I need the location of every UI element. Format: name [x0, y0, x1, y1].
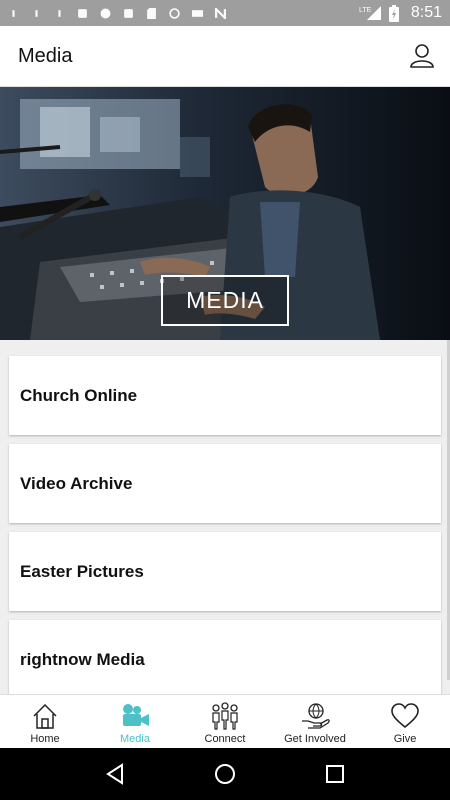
tab-give[interactable]: Give	[360, 695, 450, 748]
heart-icon	[391, 703, 419, 729]
list-item-label: rightnow Media	[20, 649, 145, 669]
lte-signal-icon: LTE	[359, 6, 381, 20]
tab-label: Media	[120, 733, 150, 745]
people-icon	[212, 702, 238, 730]
tab-label: Get Involved	[284, 733, 346, 745]
tab-get-involved[interactable]: Get Involved	[270, 695, 360, 748]
hero-title: MEDIA	[161, 275, 289, 326]
video-camera-icon	[123, 704, 149, 726]
bottom-tab-bar: Home Media Connect Get Involved Give	[0, 694, 450, 748]
status-time: 8:51	[410, 4, 442, 21]
home-icon	[33, 703, 57, 729]
list-item-label: Video Archive	[20, 473, 133, 493]
page-title: Media	[18, 44, 73, 67]
list-item-label: Church Online	[20, 385, 138, 405]
tab-media[interactable]: Media	[90, 695, 180, 748]
home-circle-icon	[215, 764, 235, 784]
network-label: LTE	[359, 7, 372, 14]
tab-label: Give	[393, 733, 417, 745]
list-item-church-online[interactable]: Church Online	[9, 356, 441, 435]
back-button[interactable]	[95, 754, 135, 794]
app-bar: Media	[0, 26, 450, 87]
mail-icon	[192, 9, 203, 17]
list-item-label: Easter Pictures	[20, 561, 144, 581]
back-icon	[106, 763, 123, 785]
notification-icon	[124, 8, 133, 18]
n-icon	[215, 7, 226, 19]
hand-globe-icon	[302, 703, 330, 729]
list-item-rightnow-media[interactable]: rightnow Media	[9, 620, 441, 694]
tab-connect[interactable]: Connect	[180, 695, 270, 748]
profile-button[interactable]	[408, 42, 436, 70]
notification-icon	[78, 8, 87, 18]
sync-icon	[169, 7, 180, 19]
recents-button[interactable]	[315, 754, 355, 794]
status-bar: LTE 8:51	[0, 0, 450, 26]
user-icon	[410, 44, 434, 68]
system-nav-bar	[0, 748, 450, 800]
signal-icon	[58, 9, 61, 17]
list-item-easter-pictures[interactable]: Easter Pictures	[9, 532, 441, 611]
notification-icons	[8, 7, 359, 19]
circle-icon	[100, 8, 111, 18]
list-item-video-archive[interactable]: Video Archive	[9, 444, 441, 523]
signal-icon	[35, 9, 38, 17]
hero-banner: MEDIA	[0, 87, 450, 340]
sd-card-icon	[147, 7, 156, 19]
signal-icon	[12, 9, 15, 17]
tab-home[interactable]: Home	[0, 695, 90, 748]
battery-icon	[388, 4, 399, 22]
tab-label: Home	[30, 733, 60, 745]
home-button[interactable]	[205, 754, 245, 794]
tab-label: Connect	[204, 733, 246, 745]
media-list: Church Online Video Archive Easter Pictu…	[0, 340, 450, 694]
recents-icon	[326, 765, 344, 783]
